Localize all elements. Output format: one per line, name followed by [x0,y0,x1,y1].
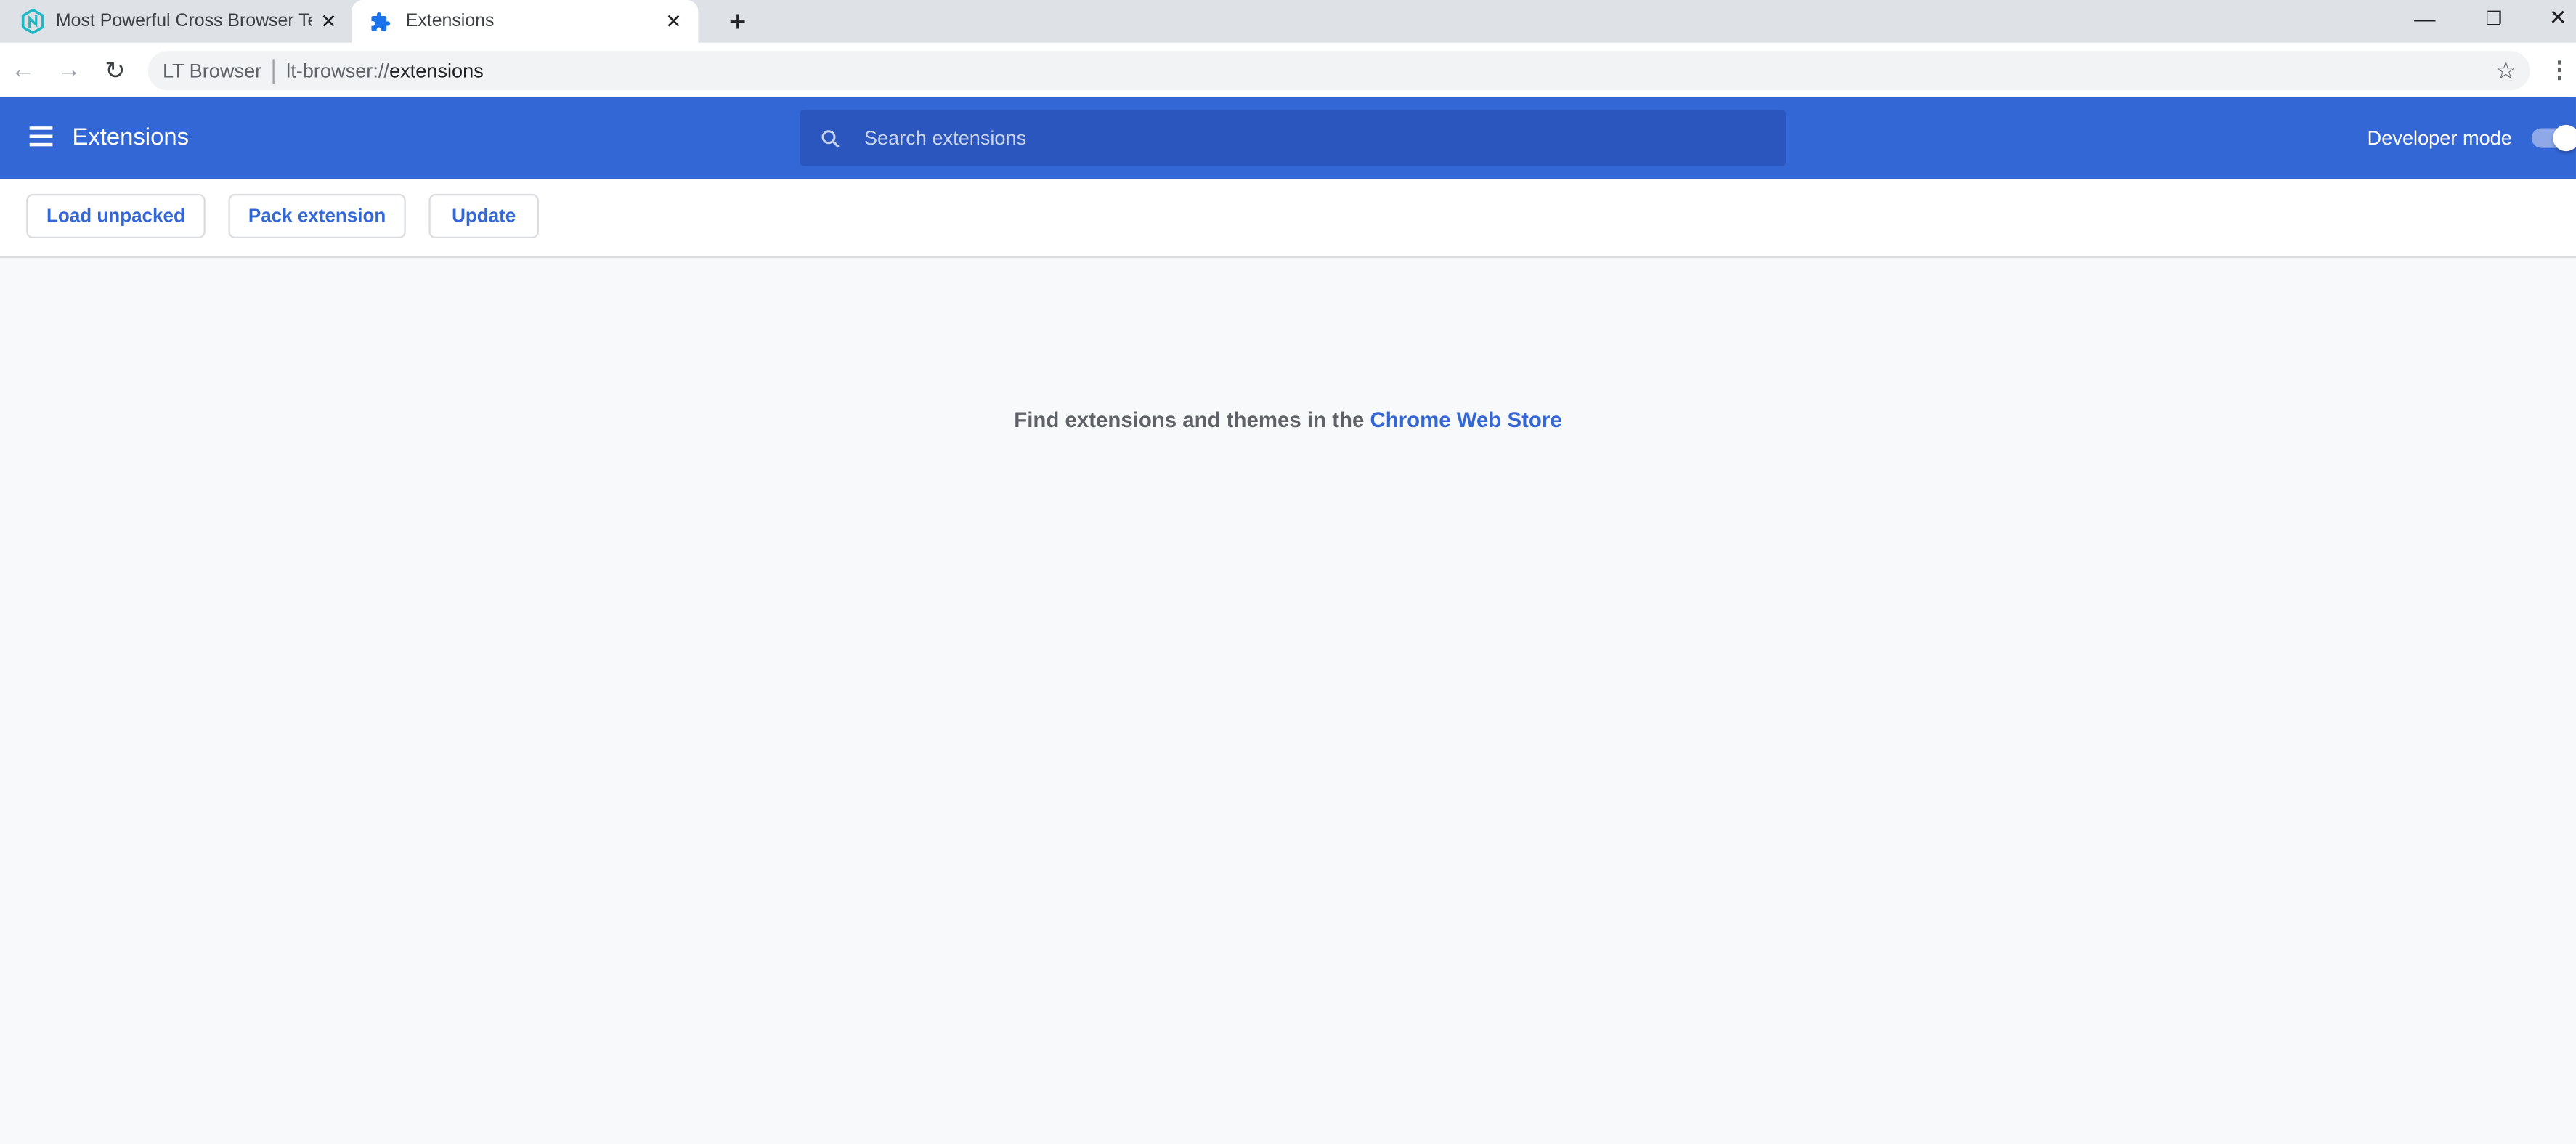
developer-mode-label: Developer mode [2367,126,2512,150]
chrome-web-store-link[interactable]: Chrome Web Store [1370,407,1562,432]
close-tab-icon[interactable]: ✕ [665,10,682,33]
toggle-knob [2553,124,2576,152]
search-input[interactable]: Search extensions [800,110,1786,166]
url-prefix: lt-browser:// [286,59,389,83]
minimize-button[interactable]: — [2400,0,2450,36]
divider [273,58,275,84]
menu-dots-icon[interactable]: ⋮ [2541,43,2576,97]
site-label: LT Browser [162,59,262,83]
lambdatest-logo-icon [21,8,44,35]
puzzle-icon [371,11,391,31]
address-bar-row: ← → ↻ LT Browser lt-browser://extensions… [0,42,2576,97]
tab-extensions[interactable]: Extensions ✕ [352,0,699,43]
hamburger-menu-icon[interactable] [29,126,53,147]
pack-extension-button[interactable]: Pack extension [228,193,406,239]
close-tab-icon[interactable]: ✕ [320,10,337,33]
tab-title: Extensions [405,11,495,31]
empty-text: Find extensions and themes in the [1014,407,1365,432]
url-path: extensions [389,59,484,83]
back-button[interactable]: ← [5,43,41,97]
search-icon [821,129,840,147]
developer-mode-toggle[interactable] [2531,124,2576,152]
update-button[interactable]: Update [428,193,539,239]
omnibox[interactable]: LT Browser lt-browser://extensions ☆ [147,51,2530,91]
forward-button[interactable]: → [51,43,87,97]
developer-toolbar: Load unpacked Pack extension Update [0,179,2576,259]
tab-strip: Most Powerful Cross Browser Tes ✕ Extens… [0,0,2576,43]
extensions-header: Extensions Search extensions Developer m… [0,97,2576,179]
new-tab-button[interactable]: + [713,1,763,41]
tab-title: Most Powerful Cross Browser Tes [55,11,312,31]
load-unpacked-button[interactable]: Load unpacked [26,193,206,239]
page-title: Extensions [72,124,190,152]
close-window-button[interactable]: ✕ [2533,0,2576,36]
search-placeholder: Search extensions [864,126,1027,150]
browser-window: Most Powerful Cross Browser Tes ✕ Extens… [0,0,2576,1144]
tab-lambdatest[interactable]: Most Powerful Cross Browser Tes ✕ [0,0,350,43]
empty-state-message: Find extensions and themes in the Chrome… [0,407,2576,432]
restore-button[interactable]: ❐ [2469,0,2519,36]
bookmark-star-icon[interactable]: ☆ [2495,56,2516,85]
reload-button[interactable]: ↻ [97,43,133,97]
